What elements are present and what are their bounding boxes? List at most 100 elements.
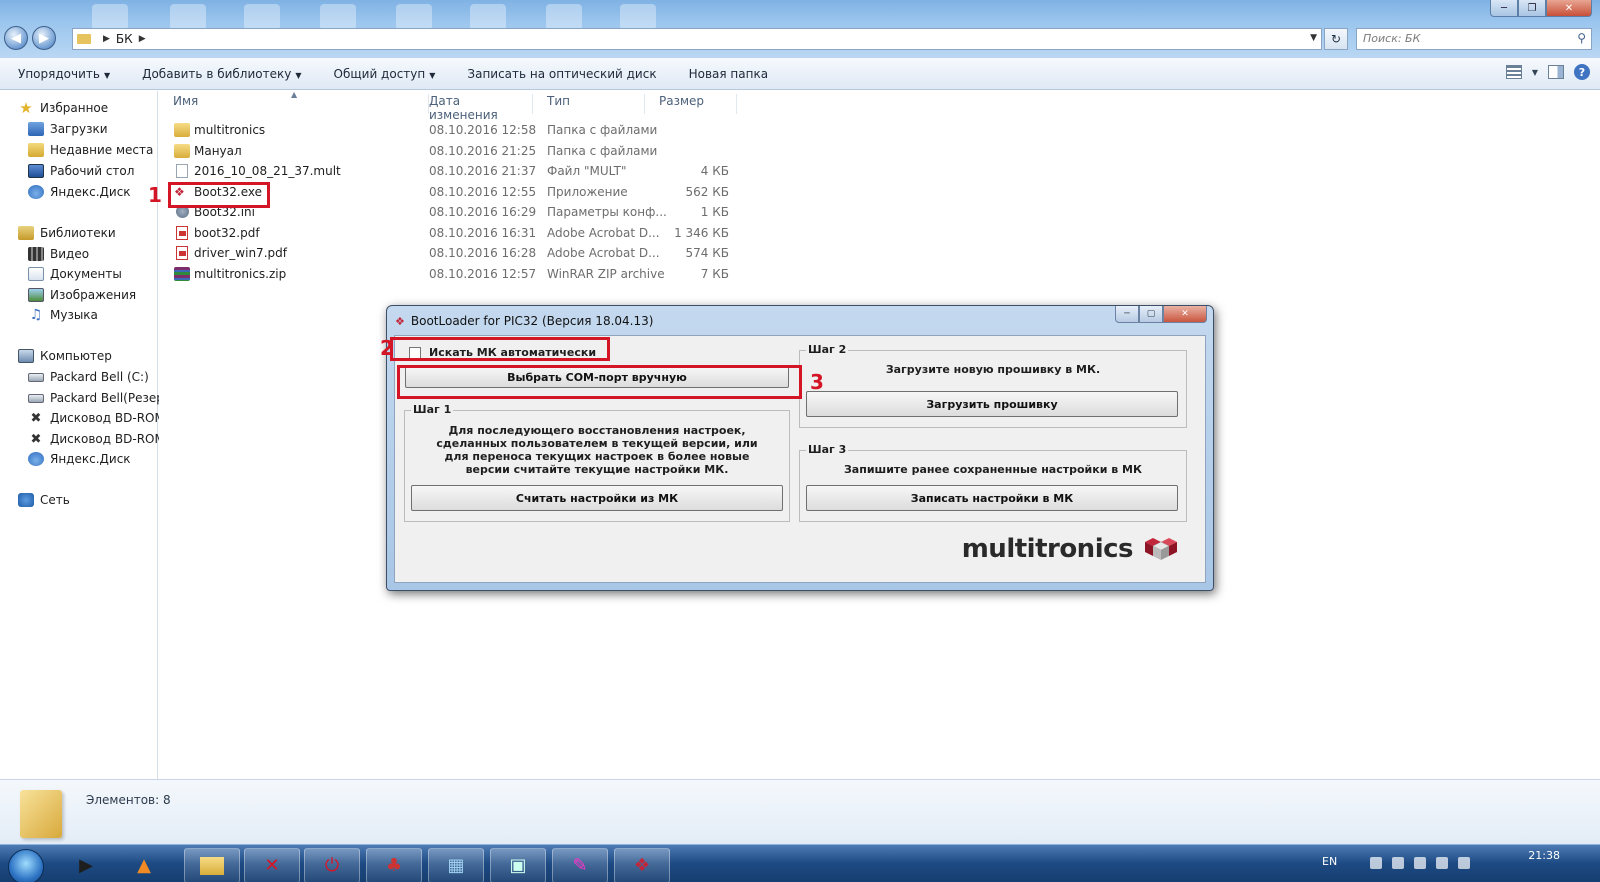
desktop-blur-icon xyxy=(92,4,128,30)
nav-item-drive-backup[interactable]: Packard Bell(Резерв xyxy=(28,388,171,408)
library-icon xyxy=(18,226,34,240)
volume-icon[interactable] xyxy=(1458,857,1470,869)
network-tray-icon[interactable] xyxy=(1436,857,1448,869)
nav-network[interactable]: Сеть xyxy=(18,490,70,510)
refresh-button[interactable]: ↻ xyxy=(1324,28,1348,50)
write-settings-button[interactable]: Записать настройки в МК xyxy=(806,485,1178,511)
search-input[interactable]: Поиск: БК ⚲ xyxy=(1356,28,1592,50)
file-date: 08.10.2016 16:28 xyxy=(429,246,537,260)
burn-label: Записать на оптический диск xyxy=(467,66,657,81)
nav-label: Библиотеки xyxy=(40,226,116,240)
control-panel-icon[interactable]: ▦ xyxy=(428,848,484,882)
nav-item-downloads[interactable]: Загрузки xyxy=(28,119,108,139)
details-pane: Элементов: 8 xyxy=(0,779,1600,844)
step3-text: Запишите ранее сохраненные настройки в М… xyxy=(843,463,1142,476)
nav-label: Компьютер xyxy=(40,349,112,363)
nav-item-yandex-disk-2[interactable]: Яндекс.Диск xyxy=(28,449,131,469)
column-header-size[interactable]: Размер xyxy=(645,94,737,114)
optical-drive-icon: ✖ xyxy=(30,410,42,426)
acrobat-icon[interactable]: ♣ xyxy=(366,848,422,882)
language-indicator[interactable]: EN xyxy=(1322,855,1337,868)
multitronics-logo-icon xyxy=(1145,538,1177,560)
file-row[interactable]: driver_win7.pdf 08.10.2016 16:28 Adobe A… xyxy=(159,243,739,263)
burn-button[interactable]: Записать на оптический диск xyxy=(449,67,670,81)
dialog-close-button[interactable]: ✕ xyxy=(1163,306,1207,323)
media-player-icon[interactable]: ▶ xyxy=(66,848,106,882)
file-row[interactable]: Мануал 08.10.2016 21:25 Папка с файлами xyxy=(159,141,739,161)
column-label: Дата изменения xyxy=(429,94,498,122)
yandex-browser-icon[interactable]: ✕ xyxy=(244,848,300,882)
column-header-name[interactable]: Имя ▲ xyxy=(159,90,429,114)
nav-item-yandex-disk[interactable]: Яндекс.Диск xyxy=(28,182,131,202)
paint-icon[interactable]: ✎ xyxy=(552,848,608,882)
nav-label: Рабочий стол xyxy=(50,164,135,178)
forward-button[interactable]: ▶ xyxy=(32,26,56,50)
nav-item-desktop[interactable]: Рабочий стол xyxy=(28,161,134,181)
nav-item-documents[interactable]: Документы xyxy=(28,264,122,284)
search-icon[interactable]: ⚲ xyxy=(1577,31,1586,45)
close-button[interactable]: ✕ xyxy=(1546,0,1592,17)
add-to-library-menu[interactable]: Добавить в библиотеку ▼ xyxy=(124,67,315,81)
bootloader-dialog: ❖ BootLoader for PIC32 (Версия 18.04.13)… xyxy=(386,305,1214,591)
file-row[interactable]: 2016_10_08_21_37.mult 08.10.2016 21:37 Ф… xyxy=(159,161,739,181)
checkbox-square[interactable] xyxy=(409,346,421,359)
bootloader-taskbar-icon[interactable]: ❖ xyxy=(614,848,670,882)
file-row[interactable]: ❖ Boot32.exe 08.10.2016 12:55 Приложение… xyxy=(159,182,739,202)
address-bar[interactable]: ▶ БК ▶ ▼ xyxy=(72,28,1322,50)
start-button[interactable] xyxy=(8,849,44,882)
nav-item-recent[interactable]: Недавние места xyxy=(28,140,153,160)
file-row[interactable]: multitronics.zip 08.10.2016 12:57 WinRAR… xyxy=(159,264,739,284)
nav-item-bd-rom-2[interactable]: ✖ Дисковод BD-ROM xyxy=(28,429,165,449)
help-icon[interactable]: ? xyxy=(1574,64,1590,80)
nav-item-bd-rom-1[interactable]: ✖ Дисковод BD-ROM xyxy=(28,408,165,428)
auto-search-label: Искать МК автоматически xyxy=(429,346,597,359)
read-settings-button[interactable]: Считать настройки из МК xyxy=(411,485,783,511)
file-type: Adobe Acrobat D... xyxy=(547,246,660,260)
tray-app-icon[interactable] xyxy=(1414,857,1426,869)
column-header-type[interactable]: Тип xyxy=(533,94,645,114)
dialog-maximize-button[interactable]: ▢ xyxy=(1139,306,1163,323)
tray-arrow-icon[interactable] xyxy=(1370,857,1382,869)
nav-item-video[interactable]: Видео xyxy=(28,244,89,264)
vlc-icon[interactable]: ▲ xyxy=(124,848,164,882)
multitronics-logo-icon: ❖ xyxy=(395,314,405,328)
sort-caret-icon: ▲ xyxy=(291,90,298,99)
chevron-down-icon[interactable]: ▼ xyxy=(1532,68,1538,77)
select-com-port-button[interactable]: Выбрать COM-порт вручную xyxy=(405,366,789,388)
upload-firmware-button[interactable]: Загрузить прошивку xyxy=(806,391,1178,417)
step1-label: Шаг 1 xyxy=(411,403,454,416)
explorer-taskbar-icon[interactable] xyxy=(184,848,240,882)
power-icon[interactable]: ⏻ xyxy=(304,848,360,882)
share-menu[interactable]: Общий доступ ▼ xyxy=(316,67,450,81)
file-row[interactable]: Boot32.ini 08.10.2016 16:29 Параметры ко… xyxy=(159,202,739,222)
auto-search-checkbox[interactable]: Искать МК автоматически xyxy=(409,346,596,359)
address-dropdown-icon[interactable]: ▼ xyxy=(1310,33,1317,43)
file-date: 08.10.2016 21:25 xyxy=(429,144,537,158)
file-type: Папка с файлами xyxy=(547,123,658,137)
file-row[interactable]: boot32.pdf 08.10.2016 16:31 Adobe Acroba… xyxy=(159,223,739,243)
file-row[interactable]: multitronics 08.10.2016 12:58 Папка с фа… xyxy=(159,120,739,140)
file-size: 574 КБ xyxy=(685,246,729,260)
maximize-button[interactable]: ❐ xyxy=(1518,0,1546,17)
nav-item-music[interactable]: ♫ Музыка xyxy=(28,305,98,325)
back-button[interactable]: ◀ xyxy=(4,26,28,50)
picture-viewer-icon[interactable]: ▣ xyxy=(490,848,546,882)
nav-favorites[interactable]: ★ Избранное xyxy=(18,98,108,118)
breadcrumb-chevron-icon[interactable]: ▶ xyxy=(139,34,146,44)
computer-icon xyxy=(18,349,34,363)
minimize-button[interactable]: ─ xyxy=(1490,0,1518,17)
nav-computer[interactable]: Компьютер xyxy=(18,346,112,366)
nav-libraries[interactable]: Библиотеки xyxy=(18,223,116,243)
preview-pane-icon[interactable] xyxy=(1548,65,1564,79)
view-options-icon[interactable] xyxy=(1505,65,1522,79)
breadcrumb-chevron-icon[interactable]: ▶ xyxy=(103,34,110,44)
nav-item-images[interactable]: Изображения xyxy=(28,285,136,305)
clock[interactable]: 21:38 xyxy=(1528,849,1560,862)
new-folder-button[interactable]: Новая папка xyxy=(671,67,782,81)
column-header-date[interactable]: Дата изменения xyxy=(415,94,533,122)
nav-item-drive-c[interactable]: Packard Bell (C:) xyxy=(28,367,149,387)
tray-app-icon[interactable] xyxy=(1392,857,1404,869)
dialog-minimize-button[interactable]: ─ xyxy=(1115,306,1139,323)
breadcrumb-item[interactable]: БК xyxy=(116,32,133,46)
organize-menu[interactable]: Упорядочить ▼ xyxy=(0,67,124,81)
